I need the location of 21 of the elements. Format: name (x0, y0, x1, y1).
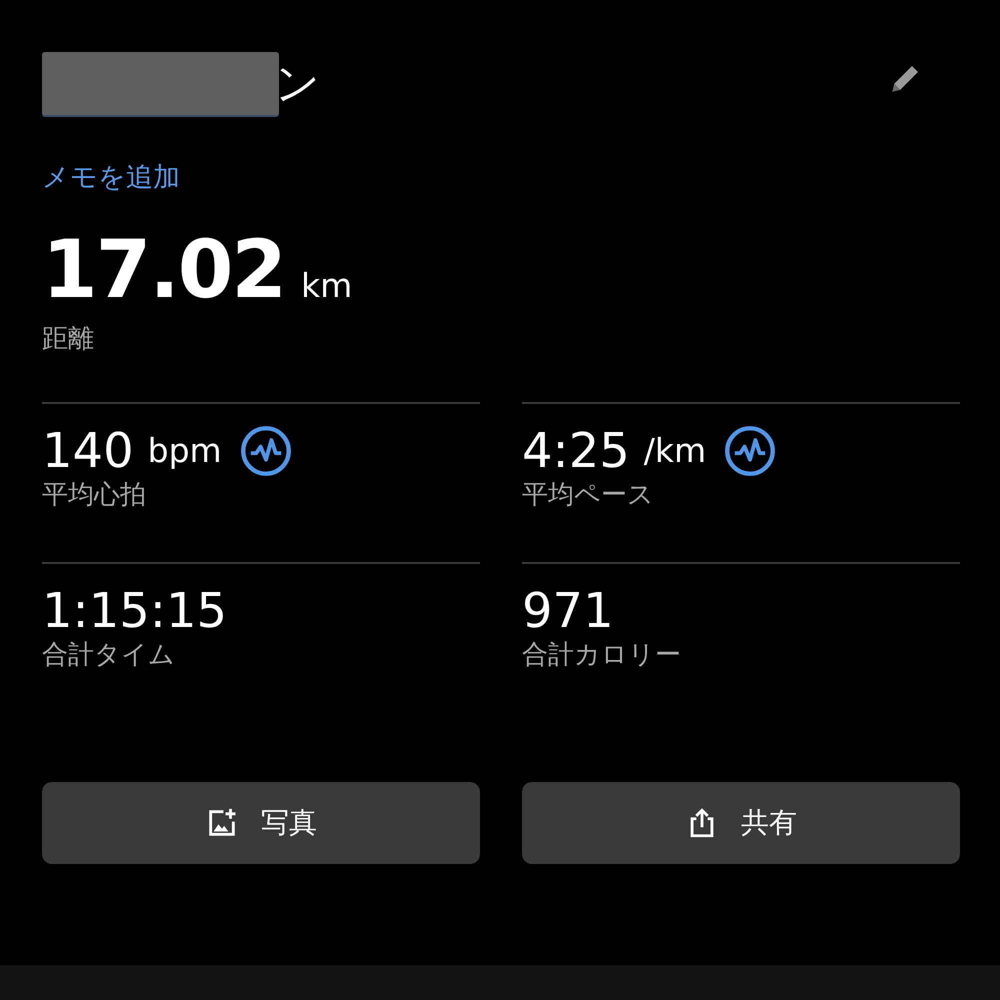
share-button[interactable]: 共有 (522, 782, 960, 864)
distance-label: 距離 (42, 324, 95, 356)
stat-label: 平均心拍 (42, 480, 147, 511)
stat-unit: /km (644, 434, 706, 468)
stat-value: 140 (42, 426, 134, 475)
photo-button[interactable]: 写真 (42, 782, 480, 864)
add-memo-link[interactable]: メモを追加 (42, 162, 180, 194)
stat-value: 1:15:15 (42, 586, 228, 635)
activity-title: ン (275, 62, 320, 106)
chart-button[interactable] (724, 424, 776, 477)
distance-value: 17.02 (42, 230, 286, 310)
stat-unit: bpm (148, 434, 222, 468)
button-label: 写真 (261, 806, 317, 840)
stat-label: 合計タイム (42, 640, 176, 671)
stat-value: 971 (522, 586, 614, 635)
stat-label: 合計カロリー (522, 640, 682, 671)
distance-unit: km (301, 266, 352, 306)
stat-label: 平均ペース (522, 480, 655, 511)
button-label: 共有 (741, 806, 797, 840)
stat-value: 4:25 (522, 426, 630, 475)
chart-button[interactable] (240, 424, 292, 477)
